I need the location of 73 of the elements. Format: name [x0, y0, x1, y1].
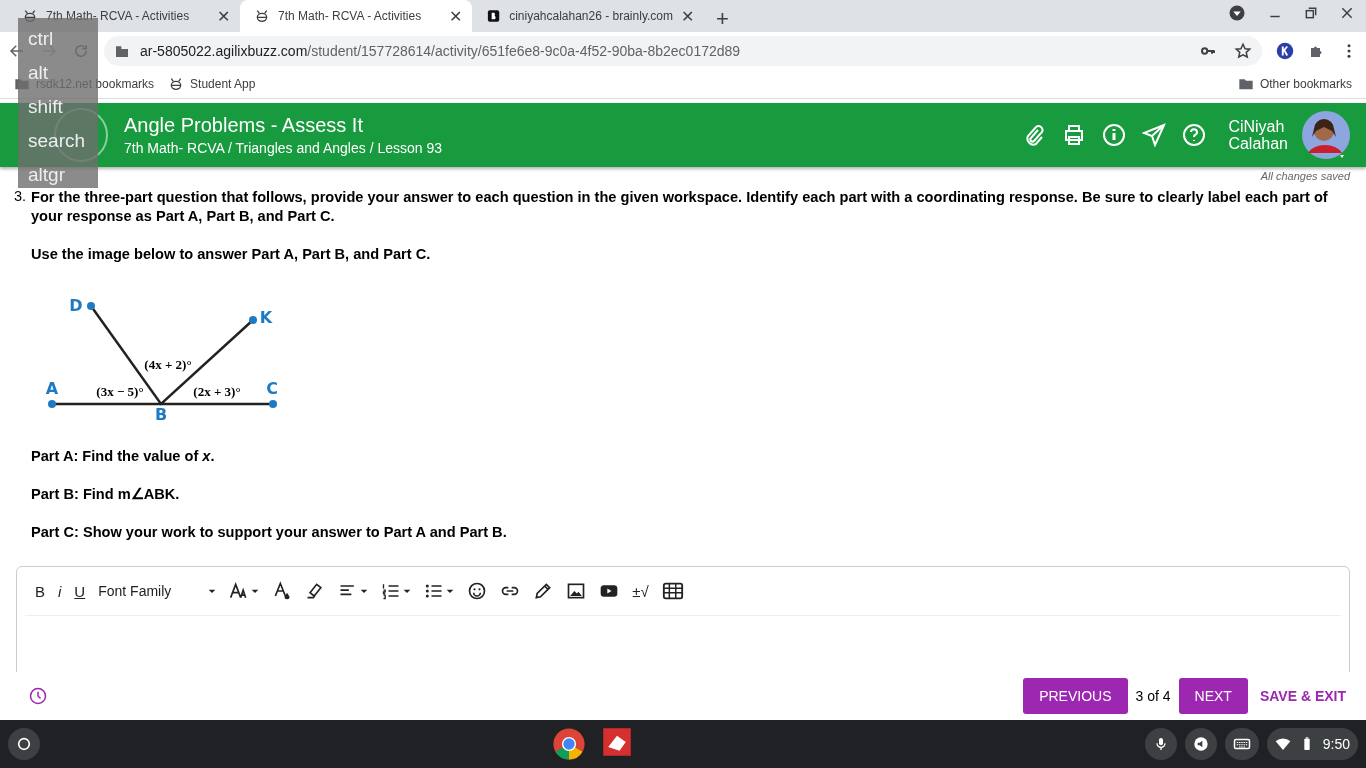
send-icon[interactable] [1142, 123, 1167, 147]
restore-icon[interactable] [1304, 6, 1318, 20]
emoji-icon[interactable] [467, 581, 488, 601]
close-icon[interactable]: ✕ [449, 6, 462, 26]
browser-tab[interactable]: 7th Math- RCVA - Activities ✕ [240, 0, 472, 32]
mic-button[interactable] [1144, 728, 1177, 760]
save-exit-button[interactable]: SAVE & EXIT [1255, 688, 1350, 704]
page-position: 3 of 4 [1135, 688, 1171, 704]
pencil-icon[interactable] [533, 581, 554, 601]
point-label: B [154, 405, 168, 423]
star-icon[interactable] [1234, 42, 1252, 60]
help-icon[interactable] [1182, 123, 1207, 147]
save-status: All changes saved [1260, 170, 1350, 184]
angle-label: (4x + 2)° [144, 357, 192, 372]
page-title: Angle Problems - Assess It [124, 114, 364, 137]
browser-tab[interactable]: ciniyahcalahan26 - brainly.com ✕ [472, 0, 704, 32]
bee-icon [254, 8, 270, 24]
table-icon[interactable] [661, 580, 684, 602]
info-icon[interactable] [1102, 123, 1127, 147]
key-label[interactable]: shift [28, 96, 63, 118]
caret-icon[interactable] [446, 587, 455, 595]
caret-icon [208, 587, 217, 595]
audio-button[interactable] [1184, 728, 1217, 760]
close-icon[interactable]: ✕ [217, 6, 230, 26]
point-label: A [45, 379, 59, 398]
question-text: Part C: Show your work to support your answer to Part A and Part B. [31, 523, 508, 542]
status-area[interactable]: 9:50 [1266, 728, 1358, 760]
avatar-icon[interactable] [1302, 111, 1350, 159]
close-icon[interactable] [1340, 6, 1354, 20]
previous-button[interactable]: PREVIOUS [1023, 678, 1128, 714]
point-label: D [69, 296, 83, 315]
dropdown-icon[interactable] [1228, 4, 1246, 22]
browser-app-icon[interactable] [552, 727, 587, 761]
bold-button[interactable]: B [35, 582, 45, 600]
point-label: K [259, 308, 273, 327]
question-number: 3. [14, 188, 28, 206]
folder-icon [1237, 76, 1254, 92]
letter-b-icon [486, 8, 502, 24]
bookmark[interactable]: Other bookmarks [1237, 76, 1352, 92]
math-button[interactable]: ±√ [632, 582, 649, 600]
key-label[interactable]: search [28, 130, 86, 152]
breadcrumb: 7th Math- RCVA / Triangles and Angles / Lesson 93 [124, 140, 443, 156]
new-tab-icon[interactable]: + [716, 6, 729, 32]
question-text: For the three-part question that follows, provide your answer to each question in the given workspace. Identify each part with a coordinating response. Be sure to clearly label each part of your response as Part A, Part B, and Part C. [31, 188, 1329, 226]
user-name: CiNiyah Calahan [1228, 118, 1288, 152]
address-bar[interactable]: ar-5805022.agilixbuzz.com/student/157728614/activity/651fe6e8-9c0a-4f52-90ba-8b2ec0172d89 [104, 36, 1262, 66]
angle-label: (3x − 5)° [96, 384, 144, 399]
italic-button[interactable]: i [58, 582, 62, 600]
keyboard-button[interactable] [1224, 728, 1259, 760]
question-text: Part A: Find the value of x. [31, 447, 216, 466]
sketch-app-icon[interactable] [602, 727, 633, 757]
question-text: Part B: Find m∠ABK. [31, 485, 181, 504]
caret-icon[interactable] [251, 587, 260, 595]
close-icon[interactable]: ✕ [681, 6, 694, 26]
caret-icon[interactable] [403, 587, 412, 595]
site-info-icon[interactable] [114, 43, 130, 59]
numbered-list-icon[interactable] [381, 581, 402, 601]
image-icon[interactable] [566, 581, 587, 601]
extension-k-icon[interactable] [1276, 42, 1294, 60]
point-label: C [266, 379, 278, 398]
next-button[interactable]: NEXT [1178, 678, 1248, 714]
caret-icon[interactable] [360, 587, 369, 595]
wifi-icon [1274, 736, 1291, 752]
clock-icon[interactable] [28, 686, 48, 706]
circle-icon [16, 736, 32, 752]
underline-button[interactable]: U [74, 582, 86, 600]
font-family-dropdown[interactable]: Font Family [98, 583, 217, 599]
angle-label: (2x + 3)° [193, 384, 241, 399]
url-text: ar-5805022.agilixbuzz.com/student/157728614/activity/651fe6e8-9c0a-4f52-90ba-8b2ec0172d89 [140, 43, 741, 59]
launcher-button[interactable] [8, 728, 40, 760]
speaker-icon [1192, 736, 1209, 752]
bookmark[interactable]: Student App [168, 76, 256, 92]
question-text: Use the image below to answer Part A, Part B, and Part C. [31, 245, 432, 264]
